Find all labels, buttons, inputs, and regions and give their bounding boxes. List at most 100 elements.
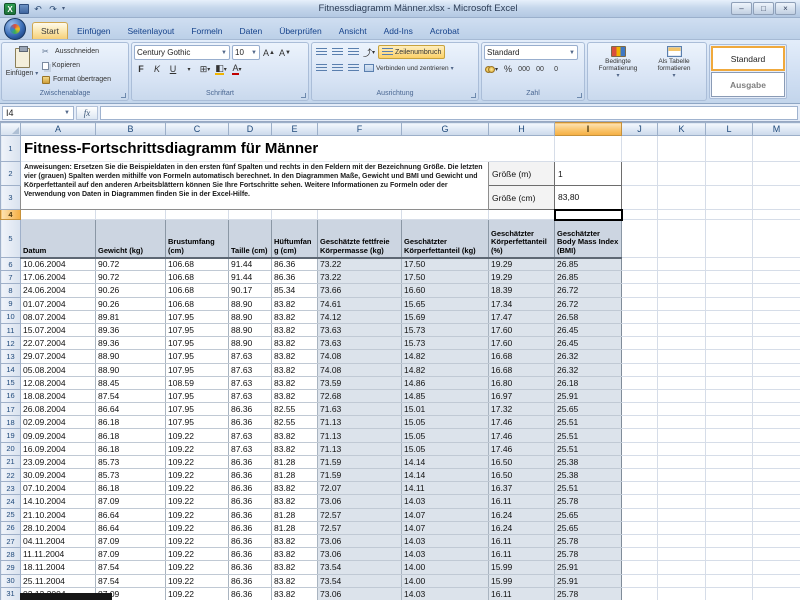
cell-G19[interactable]: 15.05 <box>402 429 489 442</box>
cell-B22[interactable]: 85.73 <box>96 469 166 482</box>
cell-A30[interactable]: 25.11.2004 <box>21 574 96 587</box>
row-header-14[interactable]: 14 <box>1 363 21 376</box>
cell-E27[interactable]: 83.82 <box>272 534 318 547</box>
cell-B30[interactable]: 87.54 <box>96 574 166 587</box>
cell-J18[interactable] <box>622 416 658 429</box>
cell-L11[interactable] <box>706 323 753 336</box>
cell-H20[interactable]: 17.46 <box>489 442 555 455</box>
cell-J23[interactable] <box>622 482 658 495</box>
cell-L14[interactable] <box>706 363 753 376</box>
row-header-8[interactable]: 8 <box>1 284 21 297</box>
cell-K13[interactable] <box>658 350 706 363</box>
cell-D13[interactable]: 87.63 <box>229 350 272 363</box>
cell-J17[interactable] <box>622 403 658 416</box>
italic-button[interactable]: K <box>150 62 164 76</box>
column-header-I[interactable]: I <box>555 123 622 136</box>
cell-style-ausgabe[interactable]: Ausgabe <box>711 72 785 97</box>
cell-K8[interactable] <box>658 284 706 297</box>
cell-I17[interactable]: 25.65 <box>555 403 622 416</box>
cell-E7[interactable]: 86.36 <box>272 271 318 284</box>
cell-L17[interactable] <box>706 403 753 416</box>
cell-A19[interactable]: 09.09.2004 <box>21 429 96 442</box>
font-color-button[interactable]: A▾ <box>230 62 244 76</box>
row-header-6[interactable]: 6 <box>1 258 21 271</box>
column-header-A[interactable]: A <box>21 123 96 136</box>
cell-K23[interactable] <box>658 482 706 495</box>
cell-I2-height-m-value[interactable]: 1 <box>555 162 622 186</box>
cell-F30[interactable]: 73.54 <box>318 574 402 587</box>
row-header-2[interactable]: 2 <box>1 162 21 186</box>
cell-D20[interactable]: 87.63 <box>229 442 272 455</box>
row-header-12[interactable]: 12 <box>1 337 21 350</box>
cell-H30[interactable]: 15.99 <box>489 574 555 587</box>
cell-E28[interactable]: 83.82 <box>272 548 318 561</box>
cell-F8[interactable]: 73.66 <box>318 284 402 297</box>
cell-H11[interactable]: 17.60 <box>489 323 555 336</box>
cell-F17[interactable]: 71.63 <box>318 403 402 416</box>
cell-F6[interactable]: 73.22 <box>318 258 402 271</box>
tab-start[interactable]: Start <box>32 22 68 39</box>
cell-J27[interactable] <box>622 534 658 547</box>
cell-L10[interactable] <box>706 310 753 323</box>
cell-C9[interactable]: 106.68 <box>166 297 229 310</box>
cell-G25[interactable]: 14.07 <box>402 508 489 521</box>
cell-E10[interactable]: 83.82 <box>272 310 318 323</box>
cell-J29[interactable] <box>622 561 658 574</box>
cell-H24[interactable]: 16.11 <box>489 495 555 508</box>
maximize-button[interactable]: □ <box>753 2 774 15</box>
cell-H28[interactable]: 16.11 <box>489 548 555 561</box>
name-box[interactable]: I4▼ <box>2 106 74 120</box>
row-header-17[interactable]: 17 <box>1 403 21 416</box>
cell-I12[interactable]: 26.45 <box>555 337 622 350</box>
number-format-select[interactable]: Standard▼ <box>484 45 578 60</box>
cell-A28[interactable]: 11.11.2004 <box>21 548 96 561</box>
cell-C18[interactable]: 107.95 <box>166 416 229 429</box>
column-header-E[interactable]: E <box>272 123 318 136</box>
underline-options-icon[interactable]: ▾ <box>182 62 196 76</box>
cell-A25[interactable]: 21.10.2004 <box>21 508 96 521</box>
cell-H31[interactable]: 16.11 <box>489 587 555 600</box>
cell-C24[interactable]: 109.22 <box>166 495 229 508</box>
close-button[interactable]: × <box>775 2 796 15</box>
cell-I4-selected[interactable] <box>555 210 622 220</box>
cell-A15[interactable]: 12.08.2004 <box>21 376 96 389</box>
cell-E14[interactable]: 83.82 <box>272 363 318 376</box>
cell-D8[interactable]: 90.17 <box>229 284 272 297</box>
cell-I13[interactable]: 26.32 <box>555 350 622 363</box>
cell-M5[interactable] <box>753 220 800 258</box>
tab-acrobat[interactable]: Acrobat <box>422 23 467 39</box>
cell-D17[interactable]: 86.36 <box>229 403 272 416</box>
row-header-18[interactable]: 18 <box>1 416 21 429</box>
cell-K26[interactable] <box>658 521 706 534</box>
cell-B17[interactable]: 86.64 <box>96 403 166 416</box>
cell-I18[interactable]: 25.51 <box>555 416 622 429</box>
cell-I22[interactable]: 25.38 <box>555 469 622 482</box>
cell-I7[interactable]: 26.85 <box>555 271 622 284</box>
cell-M28[interactable] <box>753 548 800 561</box>
cell-G24[interactable]: 14.03 <box>402 495 489 508</box>
cell-A1-sheet-title[interactable]: Fitness-Fortschrittsdiagramm für Männer <box>21 136 489 162</box>
paste-button[interactable]: Einfügen ▾ <box>4 45 40 87</box>
cell-K20[interactable] <box>658 442 706 455</box>
cell-B5-header[interactable]: Gewicht (kg) <box>96 220 166 258</box>
row-header-4[interactable]: 4 <box>1 210 21 220</box>
cell-A4[interactable] <box>21 210 96 220</box>
cell-C27[interactable]: 109.22 <box>166 534 229 547</box>
row-header-19[interactable]: 19 <box>1 429 21 442</box>
row-header-11[interactable]: 11 <box>1 323 21 336</box>
cell-H27[interactable]: 16.11 <box>489 534 555 547</box>
cell-C20[interactable]: 109.22 <box>166 442 229 455</box>
cell-D12[interactable]: 88.90 <box>229 337 272 350</box>
undo-icon[interactable]: ↶ <box>32 3 44 15</box>
save-icon[interactable] <box>19 4 29 14</box>
cell-J15[interactable] <box>622 376 658 389</box>
cell-E19[interactable]: 83.82 <box>272 429 318 442</box>
cell-C4[interactable] <box>166 210 229 220</box>
cell-D16[interactable]: 87.63 <box>229 389 272 402</box>
cell-G15[interactable]: 14.86 <box>402 376 489 389</box>
row-header-1[interactable]: 1 <box>1 136 21 162</box>
cell-K16[interactable] <box>658 389 706 402</box>
row-header-20[interactable]: 20 <box>1 442 21 455</box>
cell-L24[interactable] <box>706 495 753 508</box>
cell-L31[interactable] <box>706 587 753 600</box>
